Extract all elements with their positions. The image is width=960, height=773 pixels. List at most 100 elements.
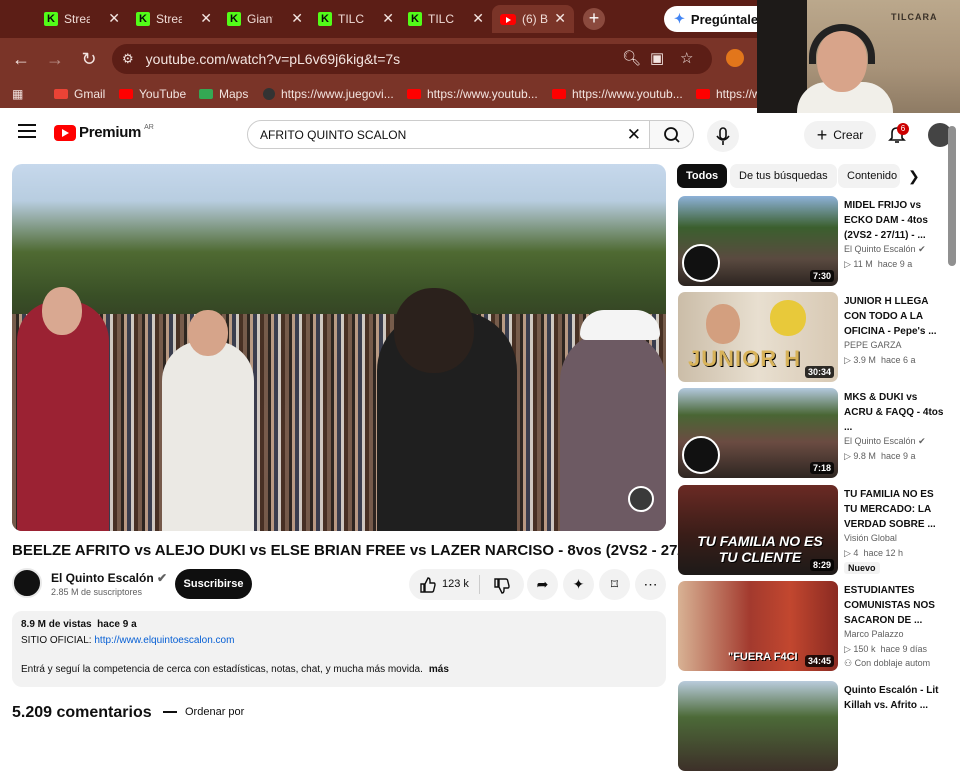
browser-tab[interactable]: K Giant ✕: [227, 5, 303, 33]
channel-avatar[interactable]: [12, 568, 42, 598]
browser-tab-active[interactable]: (6) B ✕: [492, 5, 574, 33]
cast-icon[interactable]: ▣: [650, 49, 664, 67]
more-icon: ⋯: [643, 576, 658, 592]
description-box[interactable]: 8.9 M de vistas hace 9 a SITIO OFICIAL: …: [12, 611, 666, 687]
recommendation-item[interactable]: TU FAMILIA NO ES TU CLIENTE 8:29 TU FAMI…: [678, 485, 948, 577]
close-icon[interactable]: ✕: [554, 10, 566, 27]
chip-contenido[interactable]: Contenido: [838, 164, 900, 188]
recommendation-item[interactable]: Quinto Escalón - Lit Killah vs. Afrito .…: [678, 681, 948, 773]
thumbs-up-icon[interactable]: [419, 576, 437, 594]
subscribe-button[interactable]: Suscribirse: [175, 569, 252, 599]
menu-icon[interactable]: [18, 124, 36, 138]
bookmark-gmail[interactable]: Gmail: [54, 87, 105, 101]
recommendation-item[interactable]: JUNIOR H 30:34 JUNIOR H LLEGA CON TODO A…: [678, 292, 948, 384]
browser-tab[interactable]: KTILC/✕: [408, 5, 484, 33]
voice-search-button[interactable]: [707, 120, 739, 152]
search-input[interactable]: AFRITO QUINTO SCALON ✕: [247, 120, 650, 149]
thumbnail[interactable]: JUNIOR H 30:34: [678, 292, 838, 382]
video-frame-person: [162, 341, 254, 531]
recommendation-title: JUNIOR H LLEGA CON TODO A LA OFICINA - P…: [844, 296, 937, 337]
more-actions-button[interactable]: ⋯: [635, 569, 666, 600]
recommendation-title: MKS & DUKI vs ACRU & FAQQ - 4tos ...: [844, 392, 944, 433]
channel-watermark-icon[interactable]: [628, 486, 654, 512]
browser-tab[interactable]: KTILC/✕: [318, 5, 394, 33]
sort-comments-button[interactable]: Ordenar por: [163, 706, 244, 718]
close-icon[interactable]: ✕: [382, 10, 394, 27]
metamask-extension-icon[interactable]: [726, 49, 744, 67]
apps-icon[interactable]: ▦: [12, 87, 23, 101]
bookmark-icon: ⌑: [610, 576, 619, 592]
page-scrollbar[interactable]: [948, 126, 956, 266]
close-icon[interactable]: ✕: [472, 10, 484, 27]
back-button[interactable]: ←: [8, 46, 34, 72]
recommendation-item[interactable]: "FUERA F4CI 34:45 ESTUDIANTES COMUNISTAS…: [678, 581, 948, 673]
browser-tab[interactable]: K Strea ✕: [136, 5, 212, 33]
close-icon[interactable]: ✕: [108, 10, 120, 27]
ask-ai-button[interactable]: ✦: [563, 569, 594, 600]
recommendation-title: ESTUDIANTES COMUNISTAS NOS SACARON DE ..…: [844, 585, 935, 626]
upload-age: hace 9 a: [97, 619, 137, 630]
like-count: 123 k: [442, 578, 469, 590]
thumbnail[interactable]: 7:30: [678, 196, 838, 286]
close-icon[interactable]: ✕: [200, 10, 212, 27]
gmail-icon: [54, 89, 68, 99]
recommendation-item[interactable]: 7:30 MIDEL FRIJO vs ECKO DAM - 4tos (2VS…: [678, 196, 948, 288]
site-settings-icon[interactable]: ⚙: [122, 51, 134, 67]
thumbnail-person: [770, 300, 806, 336]
clear-search-icon[interactable]: ✕: [627, 125, 641, 145]
chevron-right-icon[interactable]: ❯: [908, 168, 920, 185]
video-frame-person: [17, 301, 109, 531]
show-more-link[interactable]: más: [429, 664, 449, 675]
browser-tab[interactable]: K Strea ✕: [44, 5, 120, 33]
bookmark-youtube[interactable]: YouTube: [119, 87, 186, 101]
video-frame-person-head: [394, 288, 474, 373]
youtube-premium-logo[interactable]: Premium AR: [54, 124, 154, 141]
zoom-icon[interactable]: 🔍︎: [622, 49, 641, 67]
sort-icon: [163, 711, 177, 714]
channel-name[interactable]: El Quinto Escalón ✔: [51, 571, 167, 585]
search-icon: [664, 127, 680, 143]
create-button[interactable]: + Crear: [804, 121, 876, 149]
bookmark-youtube-link[interactable]: https://w: [696, 87, 761, 101]
new-badge: Nuevo: [844, 562, 880, 574]
new-tab-button[interactable]: +: [583, 8, 605, 30]
chip-de-tus-busquedas[interactable]: De tus búsquedas: [730, 164, 837, 188]
youtube-icon: [119, 89, 133, 99]
bookmark-juegovi[interactable]: https://www.juegovi...: [263, 87, 394, 101]
forward-button[interactable]: →: [42, 46, 68, 72]
close-icon[interactable]: ✕: [291, 10, 303, 27]
official-site-link[interactable]: http://www.elquintoescalon.com: [94, 635, 234, 646]
sparkle-icon: ✦: [572, 576, 585, 592]
bookmark-youtube-link[interactable]: https://www.youtub...: [407, 87, 538, 101]
kick-icon: K: [227, 12, 241, 26]
bookmark-star-icon[interactable]: ☆: [680, 49, 693, 67]
reload-button[interactable]: ↻: [76, 46, 102, 72]
recommendation-item[interactable]: 7:18 MKS & DUKI vs ACRU & FAQQ - 4tos ..…: [678, 388, 948, 480]
thumbs-down-icon[interactable]: [493, 577, 511, 595]
share-icon: ➦: [536, 576, 549, 592]
thumbnail[interactable]: "FUERA F4CI 34:45: [678, 581, 838, 671]
chip-todos[interactable]: Todos: [677, 164, 728, 188]
thumbnail[interactable]: TU FAMILIA NO ES TU CLIENTE 8:29: [678, 485, 838, 575]
recommendation-stats: ▷ 9.8 M hace 9 a: [844, 451, 916, 461]
thumbnail[interactable]: [678, 681, 838, 771]
gemini-icon: ✦: [674, 11, 685, 26]
address-bar[interactable]: ⚙ youtube.com/watch?v=pL6v69j6kig&t=7s 🔍…: [112, 44, 712, 74]
share-button[interactable]: ➦: [527, 569, 558, 600]
url-text: youtube.com/watch?v=pL6v69j6kig&t=7s: [145, 51, 401, 67]
verified-icon: ✔: [918, 244, 926, 254]
bookmark-maps[interactable]: Maps: [199, 87, 248, 101]
video-player[interactable]: [12, 164, 666, 531]
divider: [479, 575, 480, 594]
bookmark-youtube-link[interactable]: https://www.youtub...: [552, 87, 683, 101]
thumbnail[interactable]: 7:18: [678, 388, 838, 478]
youtube-icon: [552, 89, 566, 99]
save-button[interactable]: ⌑: [599, 569, 630, 600]
auto-dub-badge: ⚇ Con doblaje autom: [844, 658, 931, 668]
channel-logo-icon: [682, 436, 720, 474]
filter-chips: Todos De tus búsquedas Contenido: [677, 164, 927, 188]
youtube-icon: [696, 89, 710, 99]
headphones: [809, 24, 875, 64]
gemini-button[interactable]: ✦Pregúntale a: [664, 6, 760, 32]
search-button[interactable]: [650, 120, 694, 149]
